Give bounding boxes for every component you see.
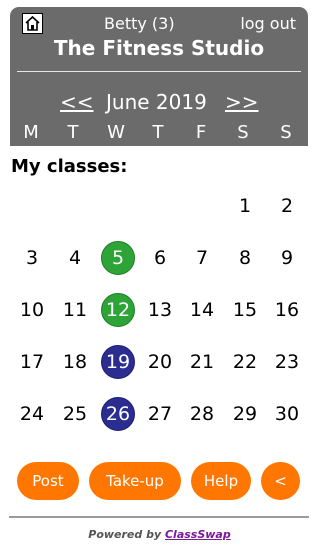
header-divider <box>17 71 301 72</box>
calendar-day: 16 <box>274 299 300 321</box>
classswap-link[interactable]: ClassSwap <box>165 528 231 541</box>
home-button[interactable] <box>22 13 43 34</box>
home-icon <box>25 15 40 31</box>
studio-title: The Fitness Studio <box>53 36 265 60</box>
month-label: June 2019 <box>106 90 207 114</box>
class-day-scheduled[interactable]: 26 <box>101 397 135 431</box>
class-day-scheduled[interactable]: 19 <box>101 345 135 379</box>
weekday-label: W <box>107 122 125 143</box>
post-button[interactable]: Post <box>17 462 79 500</box>
calendar-day: 14 <box>189 299 215 321</box>
prev-month-link[interactable]: << <box>60 90 94 114</box>
calendar-day: 8 <box>238 247 252 269</box>
weekday-label: T <box>67 122 79 143</box>
weekday-label: M <box>23 122 39 143</box>
calendar-day: 29 <box>232 403 258 425</box>
calendar-day: 10 <box>19 299 45 321</box>
weekday-label: F <box>195 122 207 143</box>
calendar-day: 15 <box>232 299 258 321</box>
next-month-link[interactable]: >> <box>225 90 259 114</box>
user-label: Betty (3) <box>104 14 175 33</box>
calendar-day: 11 <box>62 299 88 321</box>
weekday-label: T <box>152 122 164 143</box>
calendar-day: 18 <box>62 351 88 373</box>
weekday-label: S <box>280 122 292 143</box>
calendar-day: 13 <box>147 299 173 321</box>
footer: Powered by ClassSwap <box>0 528 319 541</box>
calendar-day: 24 <box>19 403 45 425</box>
calendar-day: 30 <box>274 403 300 425</box>
back-button[interactable]: < <box>261 462 300 500</box>
calendar-day: 25 <box>62 403 88 425</box>
calendar-day: 3 <box>25 247 39 269</box>
class-day-booked[interactable]: 5 <box>101 241 135 275</box>
calendar-day: 22 <box>232 351 258 373</box>
calendar-day: 7 <box>195 247 209 269</box>
class-day-booked[interactable]: 12 <box>101 293 135 327</box>
calendar-day: 1 <box>238 195 252 217</box>
calendar-day: 20 <box>147 351 173 373</box>
powered-by-text: Powered by <box>88 528 162 541</box>
classes-title: My classes: <box>11 156 128 177</box>
calendar-day: 28 <box>189 403 215 425</box>
app-header: Betty (3) log out The Fitness Studio << … <box>10 7 308 146</box>
calendar-day: 2 <box>280 195 294 217</box>
calendar-day: 6 <box>153 247 167 269</box>
calendar-day: 17 <box>19 351 45 373</box>
footer-divider <box>9 516 309 518</box>
takeup-button[interactable]: Take-up <box>89 462 181 500</box>
logout-link[interactable]: log out <box>240 14 296 33</box>
help-button[interactable]: Help <box>191 462 251 500</box>
calendar-day: 23 <box>274 351 300 373</box>
calendar-day: 9 <box>280 247 294 269</box>
weekday-header: M T W T F S S <box>10 122 308 146</box>
calendar-day: 4 <box>68 247 82 269</box>
calendar-day: 21 <box>189 351 215 373</box>
weekday-label: S <box>237 122 249 143</box>
calendar-day: 27 <box>147 403 173 425</box>
